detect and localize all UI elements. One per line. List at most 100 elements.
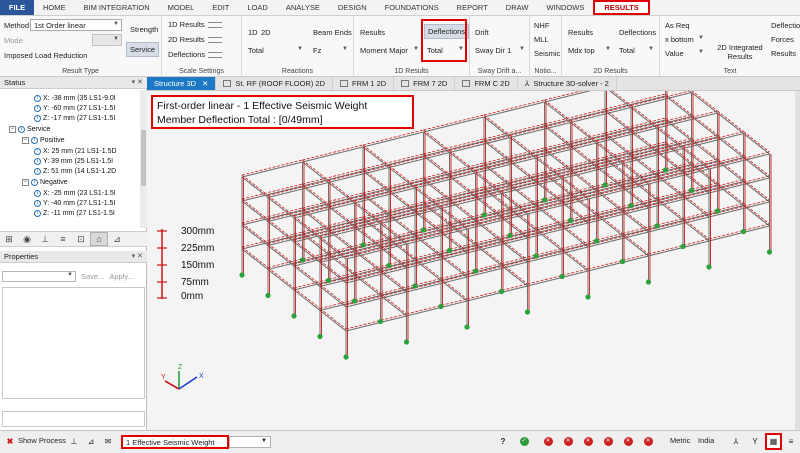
frame-member[interactable] (743, 179, 770, 201)
frame-member[interactable] (328, 204, 355, 226)
frame-member[interactable] (466, 285, 528, 302)
frame-member[interactable] (743, 181, 770, 203)
support-node[interactable] (438, 303, 444, 310)
menu-windows[interactable]: WINDOWS (537, 0, 593, 15)
tree-row[interactable]: i X: -38 mm (35 LS1-9.0I (34, 94, 116, 103)
frame-member[interactable] (293, 239, 321, 261)
frame-member[interactable] (622, 209, 649, 231)
tree-row[interactable]: i Z: -11 mm (27 LS1-1.5I (34, 209, 115, 218)
frame-member[interactable] (302, 144, 364, 161)
support-node[interactable] (619, 258, 626, 265)
scale-deflections[interactable]: Deflections (168, 50, 223, 59)
tab-frm-7-2d[interactable]: FRM 7 2D (394, 77, 456, 90)
frame-member[interactable] (656, 173, 684, 195)
frame-member[interactable] (423, 131, 450, 153)
beam-ends-button[interactable]: Beam Ends (310, 26, 355, 39)
frame-member[interactable] (440, 230, 468, 252)
frame-member[interactable] (648, 240, 710, 257)
support-node[interactable] (593, 238, 600, 244)
axes-icon[interactable]: ⅄ (731, 436, 741, 446)
support-node[interactable] (386, 262, 392, 269)
support-node[interactable] (524, 309, 531, 315)
frame-member[interactable] (570, 105, 632, 121)
support-node[interactable] (706, 264, 712, 270)
support-node[interactable] (472, 268, 479, 274)
frame-member[interactable] (423, 116, 485, 133)
frame-member[interactable] (691, 114, 718, 136)
frame-member[interactable] (440, 264, 502, 282)
support-node[interactable] (360, 242, 366, 248)
strength-button[interactable]: Strength (127, 23, 161, 36)
apply-button[interactable]: Apply... (109, 272, 133, 281)
frame-member[interactable] (509, 120, 571, 136)
frame-member[interactable] (656, 125, 684, 147)
frame-member[interactable] (302, 161, 329, 183)
frame-member[interactable] (717, 110, 744, 132)
frame-member[interactable] (483, 140, 511, 162)
frame-member[interactable] (449, 174, 476, 196)
tab-structure-3d-solver[interactable]: ⅄ Structure 3D-solver - 2 (518, 77, 617, 90)
frame-member[interactable] (622, 219, 684, 237)
frame-member[interactable] (717, 134, 744, 156)
frame-member[interactable] (362, 168, 390, 190)
deflections-2d-button[interactable]: Deflections (616, 26, 659, 39)
frame-member[interactable] (561, 250, 589, 272)
frame-member[interactable] (302, 146, 364, 163)
frame-member[interactable] (743, 155, 770, 177)
sway-dropdown[interactable]: Sway Dir 1 ▼ (472, 44, 527, 57)
results-1d-dropdown[interactable]: Moment Major ▼ (357, 44, 421, 57)
frame-member[interactable] (483, 116, 511, 138)
menu-report[interactable]: REPORT (448, 0, 497, 15)
frame-member[interactable] (354, 248, 381, 270)
value-dropdown[interactable]: Value ▼ (662, 47, 706, 60)
frame-member[interactable] (544, 91, 606, 103)
support-node[interactable] (403, 339, 410, 345)
frame-member[interactable] (665, 93, 692, 115)
nhf-button[interactable]: NHF (531, 19, 552, 32)
reactions-fz-dropdown[interactable]: Fz ▼ (310, 44, 350, 57)
frame-member[interactable] (717, 112, 744, 134)
region-label[interactable]: India (698, 436, 714, 445)
frame-member[interactable] (682, 220, 710, 242)
frame-member[interactable] (414, 257, 442, 279)
structure-model[interactable]: Z X Y (147, 91, 795, 430)
error-status-icon[interactable]: ✕ (623, 436, 633, 446)
support-node[interactable] (507, 232, 513, 239)
frame-member[interactable] (665, 95, 692, 117)
drift-button[interactable]: Drift (472, 26, 492, 39)
frame-member[interactable] (743, 203, 770, 225)
frame-member[interactable] (319, 294, 381, 312)
frame-member[interactable] (293, 289, 321, 311)
frame-member[interactable] (241, 248, 269, 270)
tree-row[interactable]: i Z: 51 mm (14 LS1-1.2D (34, 167, 116, 176)
service-button[interactable]: Service (126, 42, 160, 57)
structure-icon[interactable]: ⊞ (0, 232, 18, 246)
frame-member[interactable] (388, 165, 416, 187)
frame-member[interactable] (466, 283, 528, 300)
mail-icon[interactable]: ✉ (103, 436, 113, 446)
frame-member[interactable] (319, 286, 347, 308)
frame-member[interactable] (319, 260, 347, 282)
frame-member[interactable] (622, 235, 649, 257)
frame-member[interactable] (743, 131, 770, 153)
support-node[interactable] (420, 227, 427, 233)
support-node[interactable] (325, 277, 332, 284)
calculator-icon[interactable]: ▦ (765, 433, 782, 450)
results-2d-button[interactable]: Results (565, 26, 596, 39)
structure-3d-viewport[interactable]: Z X Y (147, 91, 795, 430)
menu-file[interactable]: FILE (0, 0, 34, 15)
support-node[interactable] (541, 197, 548, 203)
frame-member[interactable] (682, 196, 710, 218)
frame-member[interactable] (544, 99, 571, 121)
loadcase-dropdown[interactable]: ▼ (229, 436, 271, 448)
frame-member[interactable] (605, 91, 632, 108)
support-node[interactable] (654, 223, 660, 229)
frame-member[interactable] (509, 135, 537, 157)
frame-member[interactable] (604, 108, 632, 130)
reactions-total-dropdown[interactable]: Total ▼ (245, 44, 305, 57)
tree-node-positive[interactable]: − i Positive (22, 136, 65, 145)
support-node[interactable] (533, 253, 539, 259)
frame-member[interactable] (328, 165, 390, 181)
frame-member[interactable] (544, 101, 571, 123)
tree-row[interactable]: i Y: -60 mm (27 LS1-1.5I (34, 104, 115, 113)
